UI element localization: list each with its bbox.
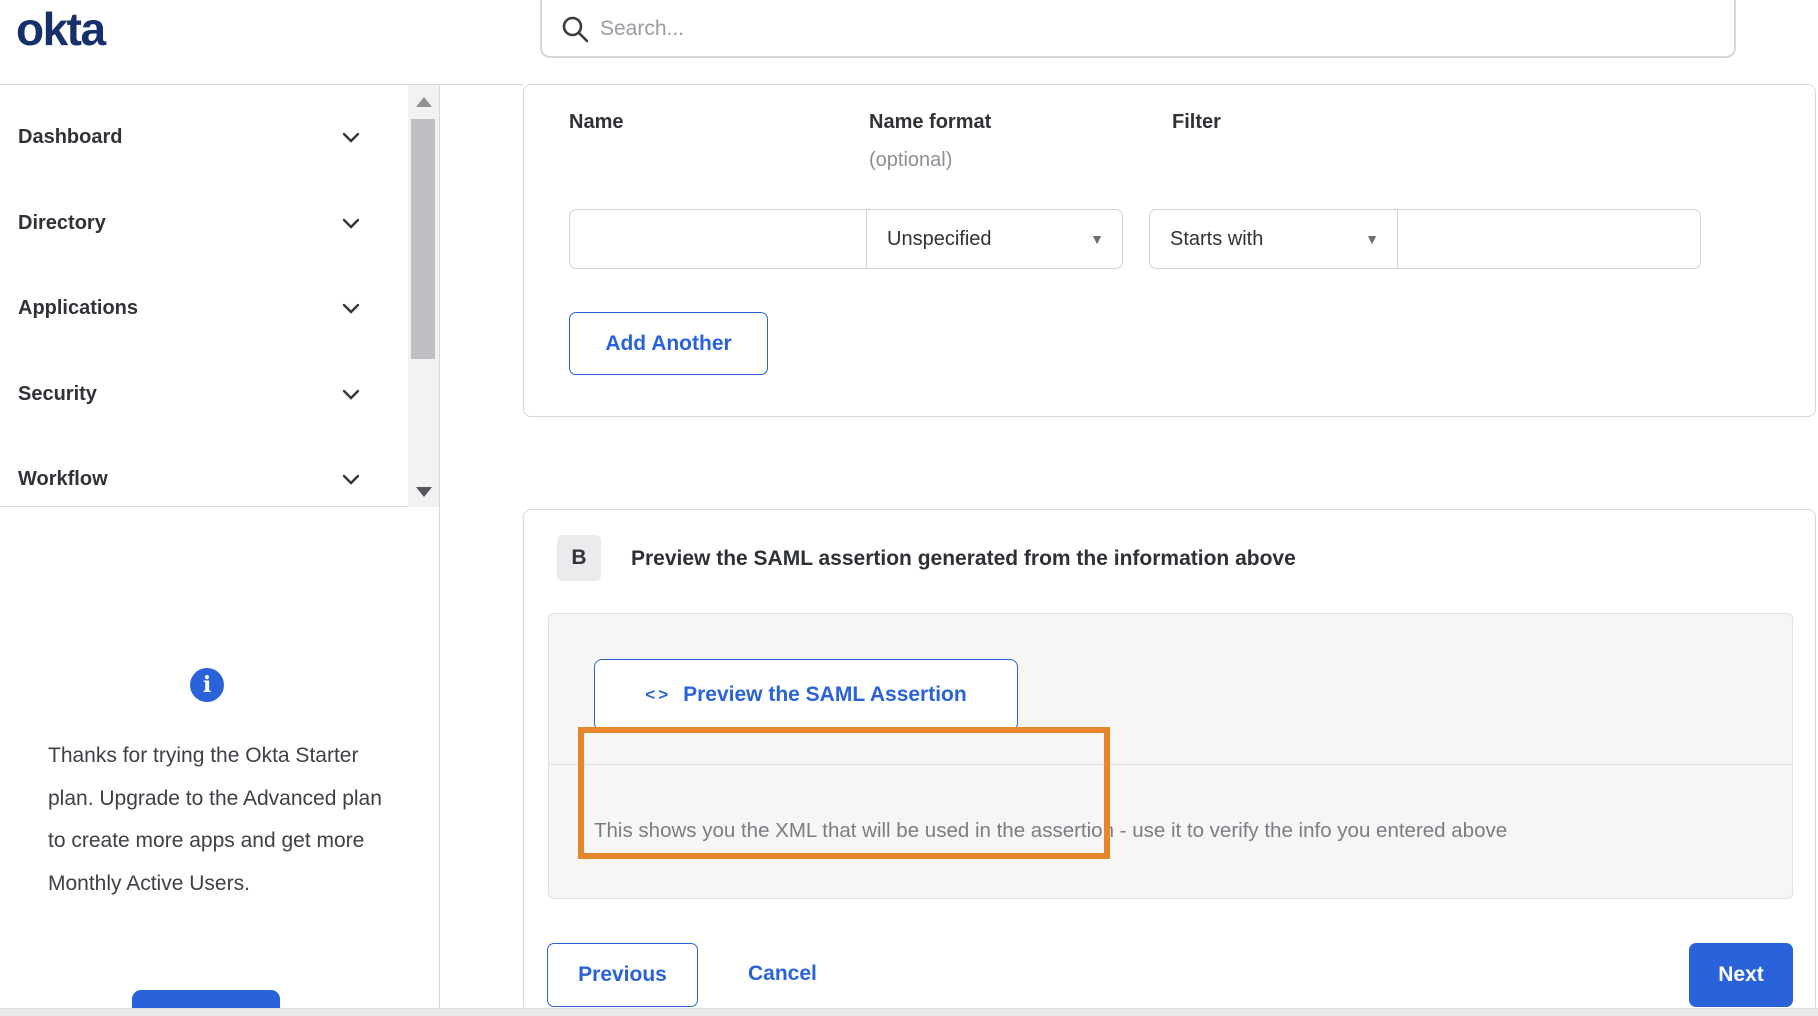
preview-panel-button-area: <> Preview the SAML Assertion (549, 614, 1792, 765)
attribute-statements-card: Name Name format (optional) Filter Unspe… (523, 84, 1816, 417)
preview-button-label: Preview the SAML Assertion (683, 683, 967, 706)
sidebar-item-applications[interactable]: Applications (0, 280, 404, 336)
add-another-button[interactable]: Add Another (569, 312, 768, 375)
name-column-label: Name (569, 111, 624, 133)
sidebar-item-label: Applications (18, 296, 139, 319)
sidebar-item-security[interactable]: Security (0, 366, 404, 422)
sidebar-item-label: Directory (18, 211, 106, 234)
info-icon: i (190, 668, 224, 702)
filter-type-selected-value: Starts with (1170, 227, 1264, 250)
preview-description: This shows you the XML that will be used… (594, 819, 1508, 842)
sidebar-item-directory[interactable]: Directory (0, 195, 404, 251)
sidebar-item-workflow[interactable]: Workflow (0, 451, 404, 507)
code-brackets-icon: <> (645, 685, 672, 704)
dropdown-caret-icon: ▼ (1365, 231, 1379, 247)
sidebar-item-label: Workflow (18, 467, 108, 490)
step-b-badge: B (557, 535, 601, 581)
chevron-down-icon (342, 303, 360, 314)
sidebar-nav: Dashboard Directory Applications Securit… (0, 85, 440, 507)
scroll-down-arrow-icon[interactable] (416, 487, 432, 497)
preview-panel: <> Preview the SAML Assertion This shows… (548, 613, 1793, 899)
okta-admin-window: okta Dashboard Directory Appli (0, 0, 1818, 1016)
name-format-optional-hint: (optional) (869, 149, 953, 171)
chevron-down-icon (342, 218, 360, 229)
sidebar-item-dashboard[interactable]: Dashboard (0, 109, 404, 165)
chevron-down-icon (342, 389, 360, 400)
name-format-selected-value: Unspecified (887, 227, 992, 250)
sidebar-item-label: Security (18, 382, 97, 405)
sidebar-scrollbar[interactable] (408, 85, 439, 507)
preview-assertion-card: B Preview the SAML assertion generated f… (523, 509, 1816, 1013)
sidebar-item-label: Dashboard (18, 125, 123, 148)
filter-column-label: Filter (1172, 111, 1221, 133)
search-input[interactable] (600, 17, 1680, 41)
upgrade-message: Thanks for trying the Okta Starter plan.… (48, 744, 382, 895)
name-format-column-label: Name format (869, 111, 992, 133)
dropdown-caret-icon: ▼ (1090, 231, 1104, 247)
name-format-select[interactable]: Unspecified ▼ (866, 209, 1123, 269)
cancel-link[interactable]: Cancel (748, 962, 817, 986)
chevron-down-icon (342, 474, 360, 485)
global-search[interactable] (540, 0, 1736, 58)
chevron-down-icon (342, 132, 360, 143)
filter-type-select[interactable]: Starts with ▼ (1149, 209, 1398, 269)
next-button[interactable]: Next (1689, 943, 1793, 1007)
previous-button[interactable]: Previous (547, 943, 698, 1007)
sidebar: Dashboard Directory Applications Securit… (0, 85, 440, 1016)
preview-saml-assertion-button[interactable]: <> Preview the SAML Assertion (594, 659, 1018, 731)
name-field[interactable] (569, 209, 867, 269)
scroll-up-arrow-icon[interactable] (416, 97, 432, 107)
filter-value-field[interactable] (1397, 209, 1701, 269)
okta-logo: okta (16, 3, 106, 55)
preview-section-title: Preview the SAML assertion generated fro… (631, 547, 1296, 570)
search-icon (562, 16, 589, 43)
scrollbar-thumb[interactable] (411, 119, 435, 359)
horizontal-scrollbar-track[interactable] (0, 1008, 1818, 1016)
